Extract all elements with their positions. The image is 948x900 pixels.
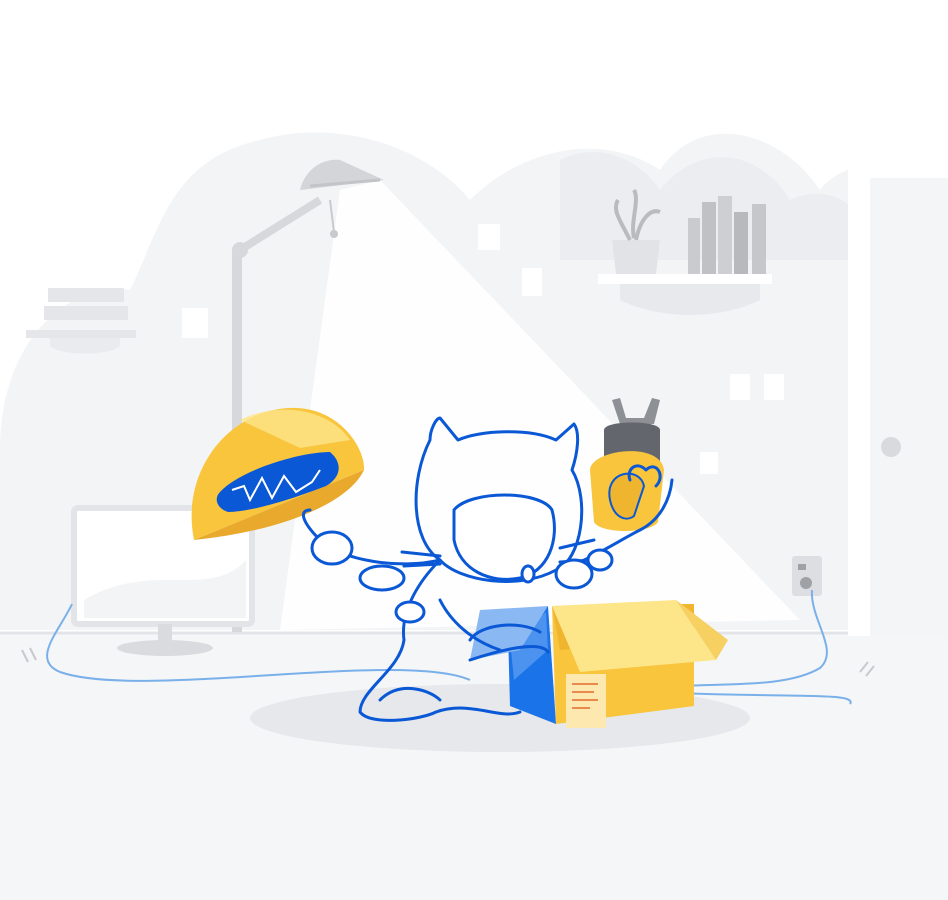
illustration-scene — [0, 0, 948, 900]
book — [702, 202, 716, 274]
wall-outlet — [792, 556, 822, 596]
book — [718, 196, 732, 274]
floor — [0, 633, 948, 900]
plant-pot — [612, 240, 660, 274]
book — [688, 218, 700, 274]
door-knob — [881, 437, 901, 457]
book — [734, 212, 748, 274]
octocat-nose — [520, 564, 536, 584]
door — [848, 156, 948, 636]
book — [752, 204, 766, 274]
octocat-face — [452, 493, 556, 581]
